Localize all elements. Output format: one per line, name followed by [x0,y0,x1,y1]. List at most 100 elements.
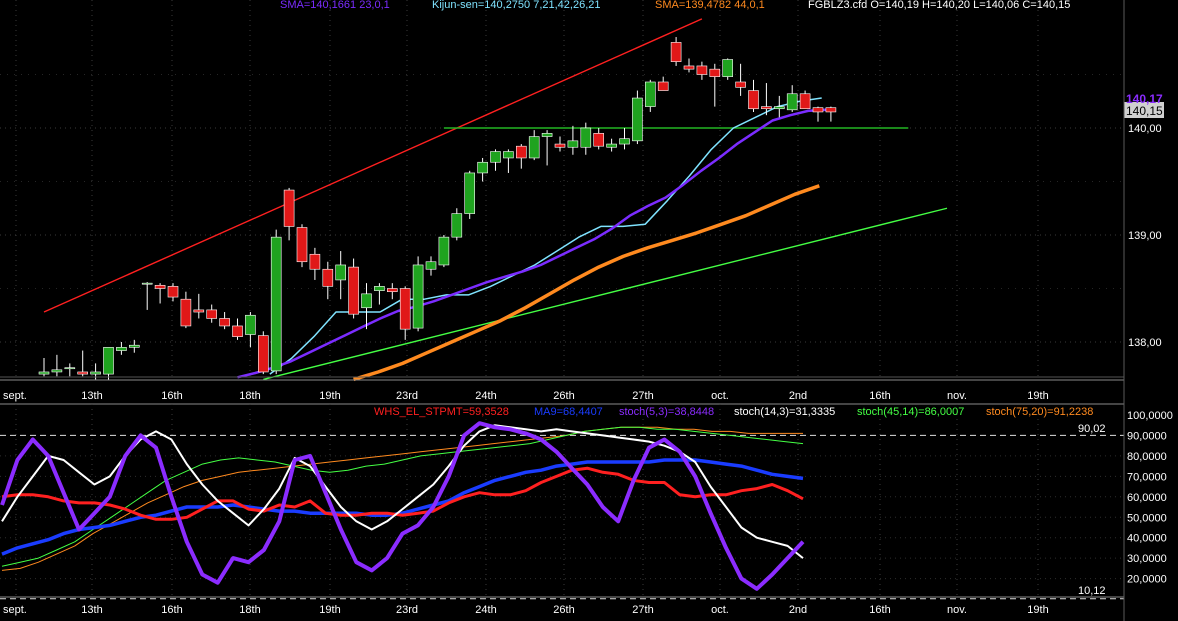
candle-body-up [632,97,643,142]
candle-body-up [270,236,282,372]
x-axis-label: 26th [553,390,574,402]
x-axis-label: 23rd [396,604,418,616]
x-axis-label: 27th [632,390,653,402]
candle-body-down [283,189,295,227]
x-axis-label: 13th [81,604,102,616]
candle [412,256,424,332]
candle-body-up [38,371,50,375]
candle-body-up [141,282,153,285]
x-axis-label: 16th [869,390,890,402]
candle-body-up [425,261,437,270]
candle-body-up [51,369,63,373]
oscillator-legend-item: stoch(45,14)=86,0007 [857,406,964,418]
x-axis-label: 16th [161,604,182,616]
candle-body-up [490,151,501,163]
candle-body-down [657,81,669,91]
lower-level-label: 10,12 [1078,585,1106,597]
oscillator-y-tick: 100,0000 [1127,410,1173,422]
candle-body-down [193,309,205,313]
price-y-tick: 140,00 [1128,123,1162,135]
candle-body-down [735,81,746,88]
x-axis-label: 18th [239,604,260,616]
candle-body-up [116,347,127,351]
candle-body-up [567,140,579,148]
candle-body-down [799,93,811,110]
x-axis-label: 16th [161,390,182,402]
candle-body-up [451,213,463,238]
candle-body-down [683,65,695,70]
candle-body-down [515,145,527,159]
candle-body-down [593,133,605,147]
x-axis-label: oct. [711,390,729,402]
candle [296,224,308,268]
candle-body-up [503,151,514,159]
x-axis-label: 2nd [789,390,807,402]
candle-body-up [129,344,140,348]
candle-body-down [296,227,308,263]
candle-body-down [309,253,321,270]
candle-body-down [154,284,166,289]
x-axis-label: 23rd [396,390,418,402]
candle-body-up [464,172,476,214]
oscillator-y-tick: 60,0000 [1127,492,1167,504]
x-axis-label: 19th [1027,390,1048,402]
candle-body-down [748,90,759,110]
candle-body-up [90,371,101,375]
candle-body-down [219,318,230,327]
candle [438,235,450,268]
candle-body-down [206,309,217,319]
candle-body-up [606,143,617,148]
price-y-tick: 139,00 [1128,230,1162,242]
oscillator-y-tick: 20,0000 [1127,574,1167,586]
oscillator-y-tick: 90,0000 [1127,430,1167,442]
candle-body-up [722,59,734,77]
candle-body-up [64,367,76,370]
upper-level-label: 90,02 [1078,423,1106,435]
candle-body-up [786,93,798,111]
candle-body-up [438,236,450,266]
candle-body-up [477,161,488,174]
candle [257,331,269,375]
last-price-label: 140,15 [1126,104,1163,118]
x-axis-label: 19th [319,604,340,616]
x-axis-label: sept. [3,604,27,616]
candle-body-up [528,136,540,159]
candle-body-down [825,107,837,113]
oscillator-y-tick: 70,0000 [1127,471,1167,483]
oscillator-legend-item: stoch(14,3)=31,3335 [734,406,835,418]
price-legend-item: SMA=139,4782 44,0,1 [655,0,765,11]
candle-body-down [167,286,179,298]
candle [722,58,734,80]
candle-body-down [709,68,721,77]
candle-body-down [696,65,708,75]
x-axis-label: oct. [711,604,729,616]
candle-body-down [386,288,398,293]
price-legend-item: Kijun-sen=140,2750 7,21,42,26,21 [432,0,601,11]
candle [270,229,282,375]
chart-background [0,0,1178,621]
candle-body-down [257,335,269,373]
candle-body-up [580,127,592,148]
oscillator-y-tick: 50,0000 [1127,512,1167,524]
candle [632,90,643,145]
candle [464,170,476,219]
candle-body-up [644,81,656,107]
x-axis-label: 18th [239,390,260,402]
candle-body-down [232,325,243,337]
oscillator-y-axis: 100,0000 90,0000 80,0000 70,0000 60,0000 50,0… [1127,410,1173,586]
candle-body-up [773,106,785,110]
oscillator-y-tick: 30,0000 [1127,553,1167,565]
candle-body-up [541,133,553,137]
candle-body-up [619,138,630,145]
x-axis-label: 16th [869,604,890,616]
oscillator-legend-item: stoch(5,3)=38,8448 [619,406,714,418]
candle-body-up [374,286,385,291]
x-axis-label: sept. [3,390,27,402]
x-axis-label: 13th [81,390,102,402]
oscillator-legend-item: MA9=68,4407 [534,406,603,418]
candle-body-down [77,371,88,375]
oscillator-y-tick: 40,0000 [1127,533,1167,545]
candle-body-up [335,264,347,281]
candle-body-up [103,347,114,375]
candle-body-down [399,288,411,330]
